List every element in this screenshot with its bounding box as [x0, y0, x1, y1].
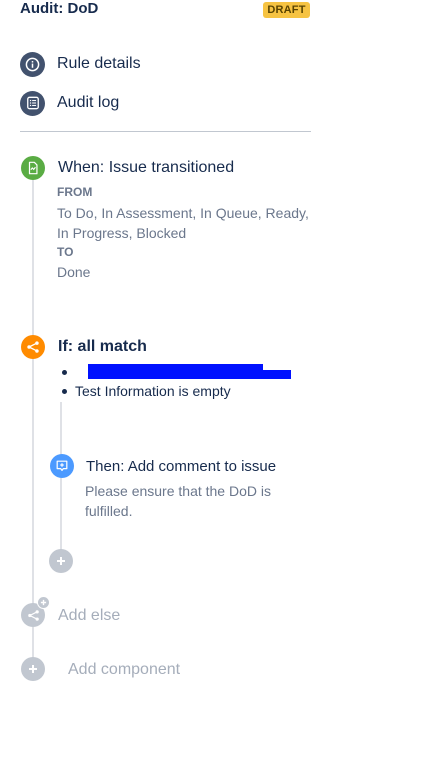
- nav-item-rule-details[interactable]: Rule details: [20, 51, 220, 77]
- trigger-node-icon: [21, 156, 45, 180]
- trigger-title: When: Issue transitioned: [58, 159, 235, 176]
- action-node-icon: [50, 454, 74, 478]
- action-title: Then: Add comment to issue: [86, 458, 277, 475]
- nav-item-label: Rule details: [57, 55, 141, 72]
- add-action-button[interactable]: [49, 549, 73, 573]
- bullet-dot: [62, 389, 67, 394]
- status-badge: DRAFT: [263, 2, 310, 18]
- action-description: Please ensure that the DoD is fulfilled.: [85, 483, 271, 519]
- to-value: Done: [57, 264, 91, 280]
- condition-block[interactable]: If: all match: [58, 338, 318, 356]
- page-title: Audit: DoD: [20, 0, 99, 17]
- condition-item: Test Information is empty: [75, 383, 231, 399]
- nav-item-audit-log[interactable]: Audit log: [20, 90, 220, 116]
- add-component-button[interactable]: Add component: [68, 661, 180, 679]
- add-else-button[interactable]: Add else: [58, 607, 120, 625]
- bullet-dot: [62, 370, 67, 375]
- plus-badge-icon: [37, 596, 50, 609]
- condition-title: If: all match: [58, 338, 147, 355]
- to-label: TO: [57, 245, 74, 259]
- info-icon: [20, 51, 45, 77]
- from-value: To Do, In Assessment, In Queue, Ready, I…: [57, 205, 309, 241]
- audit-log-icon: [20, 90, 45, 116]
- nav-item-label: Audit log: [57, 94, 120, 111]
- divider: [20, 131, 311, 132]
- flow-line: [32, 180, 34, 606]
- action-block[interactable]: Then: Add comment to issue: [86, 458, 316, 475]
- condition-node-icon: [21, 335, 45, 359]
- redacted-text: [88, 370, 291, 379]
- add-component-icon[interactable]: [21, 657, 45, 681]
- flow-line: [32, 627, 34, 660]
- from-label: FROM: [57, 185, 93, 199]
- trigger-block[interactable]: When: Issue transitioned: [58, 159, 318, 177]
